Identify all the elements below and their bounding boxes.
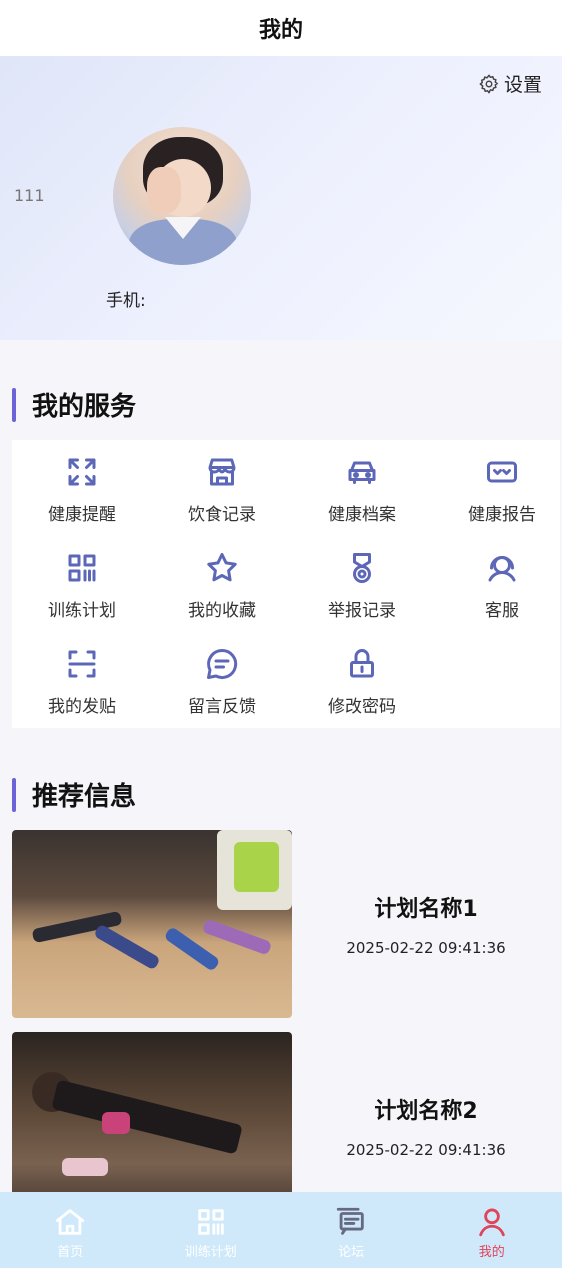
gear-icon <box>479 74 498 93</box>
service-item-customer-service[interactable]: 客服 <box>432 540 562 636</box>
user-id: 111 <box>14 186 45 205</box>
service-item-health-report[interactable]: 健康报告 <box>432 444 562 540</box>
avatar[interactable] <box>113 127 251 265</box>
plan-time: 2025-02-22 09:41:36 <box>346 1141 506 1159</box>
phone-label: 手机: <box>106 291 146 311</box>
settings-label: 设置 <box>503 74 542 96</box>
tab-forum[interactable]: 论坛 <box>281 1192 422 1268</box>
vr-glasses-icon <box>487 461 517 483</box>
qr-grid-icon <box>68 554 96 582</box>
plan-time: 2025-02-22 09:41:36 <box>346 939 506 957</box>
plan-name: 计划名称1 <box>374 897 478 922</box>
services-panel: 健康提醒 饮食记录 健康档案 健康报告 训练计划 我的收藏 举报记录 客服 我的… <box>12 440 560 728</box>
section-accent-bar <box>12 777 16 812</box>
section-accent-bar <box>12 387 16 422</box>
service-item-health-reminder[interactable]: 健康提醒 <box>12 444 152 540</box>
recommend-section-header: 推荐信息 <box>12 776 136 813</box>
customer-service-icon <box>488 556 516 582</box>
top-bar: 我的 <box>0 0 562 56</box>
forum-icon <box>337 1207 364 1235</box>
service-item-my-favorites[interactable]: 我的收藏 <box>152 540 292 636</box>
service-item-health-archive[interactable]: 健康档案 <box>292 444 432 540</box>
profile-card: 设置 111 手机: <box>0 56 562 340</box>
chat-icon <box>207 648 238 679</box>
home-icon <box>56 1208 85 1235</box>
service-item-my-posts[interactable]: 我的发贴 <box>12 636 152 732</box>
plan-name: 计划名称2 <box>374 1099 478 1124</box>
recommend-item[interactable]: 计划名称1 2025-02-22 09:41:36 <box>12 830 552 1018</box>
tab-mine[interactable]: 我的 <box>422 1192 562 1268</box>
training-icon <box>198 1208 224 1235</box>
service-item-diet-record[interactable]: 饮食记录 <box>152 444 292 540</box>
service-item-feedback[interactable]: 留言反馈 <box>152 636 292 732</box>
star-icon <box>207 553 237 582</box>
scan-icon <box>68 650 96 678</box>
recommend-image <box>12 830 292 1018</box>
medal-icon <box>353 553 371 583</box>
services-section-header: 我的服务 <box>12 386 136 423</box>
bottom-tab-bar: 首页 训练计划 论坛 我的 <box>0 1192 562 1268</box>
service-item-training-plan[interactable]: 训练计划 <box>12 540 152 636</box>
expand-icon <box>68 458 96 486</box>
page-title: 我的 <box>258 18 303 43</box>
services-title: 我的服务 <box>32 392 137 422</box>
service-item-report-record[interactable]: 举报记录 <box>292 540 432 636</box>
lock-icon <box>350 649 374 678</box>
tab-home[interactable]: 首页 <box>0 1192 141 1268</box>
user-icon <box>479 1208 505 1236</box>
car-icon <box>348 461 376 484</box>
settings-button[interactable]: 设置 <box>478 70 542 97</box>
tab-training-plan[interactable]: 训练计划 <box>141 1192 282 1268</box>
store-icon <box>208 458 236 486</box>
service-item-change-password[interactable]: 修改密码 <box>292 636 432 732</box>
recommend-title: 推荐信息 <box>32 782 137 812</box>
